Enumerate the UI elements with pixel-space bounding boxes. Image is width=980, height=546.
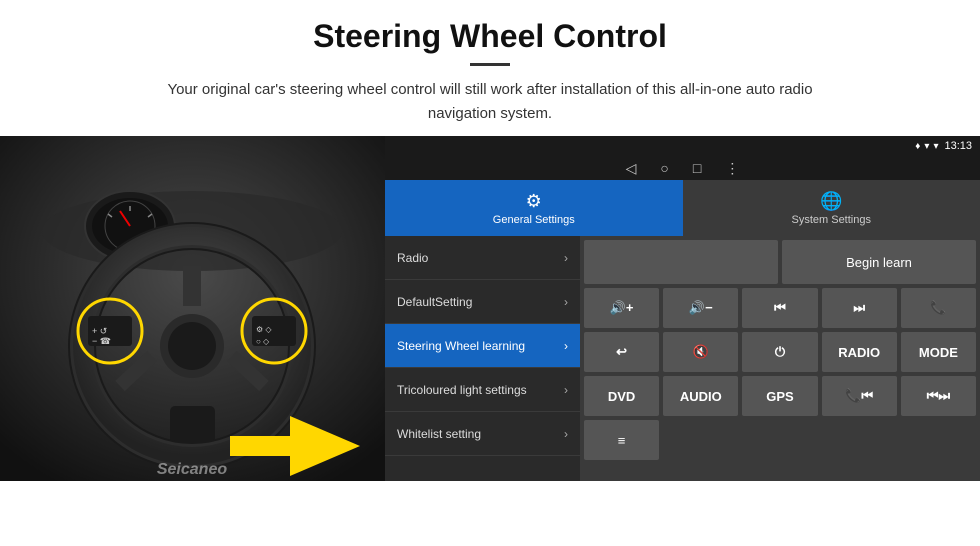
page-subtitle: Your original car's steering wheel contr… (140, 78, 840, 126)
tricoloured-chevron: › (564, 383, 568, 397)
empty-display-box (584, 240, 778, 284)
gps-label: GPS (766, 389, 793, 404)
left-menu: Radio › DefaultSetting › Steering Wheel … (385, 236, 580, 481)
vol-up-btn[interactable]: 🔊+ (584, 288, 659, 328)
dvd-btn[interactable]: DVD (584, 376, 659, 416)
status-time: 13:13 (944, 140, 972, 152)
phone-btn[interactable]: 📞 (901, 288, 976, 328)
recent-nav-btn[interactable]: □ (693, 160, 701, 176)
tab-bar: ⚙ General Settings 🌐 System Settings (385, 180, 980, 236)
power-icon: ⏻ (775, 344, 785, 360)
audio-btn[interactable]: AUDIO (663, 376, 738, 416)
back-btn[interactable]: ↩ (584, 332, 659, 372)
menu-item-radio[interactable]: Radio › (385, 236, 580, 280)
mute-icon: 🔇 (693, 344, 709, 360)
wifi-icon: ▾ (924, 141, 929, 152)
steering-chevron: › (564, 339, 568, 353)
menu-item-tricoloured[interactable]: Tricoloured light settings › (385, 368, 580, 412)
page-title: Steering Wheel Control (40, 18, 940, 55)
title-divider (470, 63, 510, 66)
tab-system-label: System Settings (792, 214, 871, 226)
menu-item-default-label: DefaultSetting (397, 295, 472, 309)
location-icon: ♦ (915, 141, 920, 152)
tab-general-label: General Settings (493, 214, 575, 226)
svg-text:− ☎: − ☎ (92, 336, 111, 346)
tab-system-settings[interactable]: 🌐 System Settings (683, 180, 980, 236)
right-controls: Begin learn 🔊+ 🔊− ⏮ ⏭ (580, 236, 980, 481)
general-settings-icon: ⚙ (526, 191, 542, 212)
menu-item-tricoloured-label: Tricoloured light settings (397, 383, 527, 397)
begin-learn-button[interactable]: Begin learn (782, 240, 976, 284)
status-icons: ♦ ▾ ▾ (915, 141, 938, 152)
radio-label: RADIO (838, 345, 880, 360)
prev-icon: ⏮ (774, 300, 786, 316)
next-icon: ⏭ (853, 300, 865, 316)
status-bar: ♦ ▾ ▾ 13:13 (385, 136, 980, 156)
android-ui: ♦ ▾ ▾ 13:13 ◁ ○ □ ⋮ ⚙ General Settings 🌐… (385, 136, 980, 481)
tab-general-settings[interactable]: ⚙ General Settings (385, 180, 683, 236)
control-row-1: 🔊+ 🔊− ⏮ ⏭ 📞 (584, 288, 976, 328)
svg-text:Seicaneo: Seicaneo (157, 461, 227, 478)
menu-controls: Radio › DefaultSetting › Steering Wheel … (385, 236, 980, 481)
next-btn[interactable]: ⏭ (822, 288, 897, 328)
page-header: Steering Wheel Control Your original car… (0, 0, 980, 136)
phone-prev-btn[interactable]: 📞⏮ (822, 376, 897, 416)
whitelist-chevron: › (564, 427, 568, 441)
menu-item-defaultsetting[interactable]: DefaultSetting › (385, 280, 580, 324)
menu-item-whitelist-label: Whitelist setting (397, 427, 481, 441)
control-row-4: ≡ (584, 420, 976, 460)
top-row: Begin learn (584, 240, 976, 284)
svg-text:○ ◇: ○ ◇ (256, 337, 270, 346)
menu-item-steering-label: Steering Wheel learning (397, 339, 525, 353)
menu-item-steering[interactable]: Steering Wheel learning › (385, 324, 580, 368)
menu-item-whitelist[interactable]: Whitelist setting › (385, 412, 580, 456)
prev-next-icon: ⏮⏭ (927, 388, 950, 404)
prev-btn[interactable]: ⏮ (742, 288, 817, 328)
car-image-area: + ↺ − ☎ ⚙ ◇ ○ ◇ Seicaneo (0, 136, 385, 481)
signal-icon: ▾ (933, 141, 938, 152)
mute-btn[interactable]: 🔇 (663, 332, 738, 372)
dvd-label: DVD (608, 389, 635, 404)
vol-up-icon: 🔊+ (610, 300, 634, 316)
gps-btn[interactable]: GPS (742, 376, 817, 416)
prev-next-btn[interactable]: ⏮⏭ (901, 376, 976, 416)
menu-item-radio-label: Radio (397, 251, 428, 265)
content-area: + ↺ − ☎ ⚙ ◇ ○ ◇ Seicaneo ♦ ▾ ▾ 13:13 (0, 136, 980, 481)
back-nav-btn[interactable]: ◁ (626, 160, 637, 177)
svg-text:⚙ ◇: ⚙ ◇ (256, 325, 272, 334)
menu-nav-btn[interactable]: ⋮ (725, 160, 739, 177)
menu-icon: ≡ (618, 433, 626, 448)
power-btn[interactable]: ⏻ (742, 332, 817, 372)
mode-label: MODE (919, 345, 958, 360)
nav-bar: ◁ ○ □ ⋮ (385, 156, 980, 180)
radio-ctrl-btn[interactable]: RADIO (822, 332, 897, 372)
radio-chevron: › (564, 251, 568, 265)
vol-down-btn[interactable]: 🔊− (663, 288, 738, 328)
home-nav-btn[interactable]: ○ (660, 160, 668, 176)
control-row-3: DVD AUDIO GPS 📞⏮ ⏮⏭ (584, 376, 976, 416)
audio-label: AUDIO (680, 389, 722, 404)
system-settings-icon: 🌐 (820, 191, 842, 212)
vol-down-icon: 🔊− (689, 300, 713, 316)
mode-btn[interactable]: MODE (901, 332, 976, 372)
default-chevron: › (564, 295, 568, 309)
phone-prev-icon: 📞⏮ (845, 388, 873, 404)
svg-text:+ ↺: + ↺ (92, 326, 107, 336)
control-row-2: ↩ 🔇 ⏻ RADIO MODE (584, 332, 976, 372)
phone-icon: 📞 (930, 300, 946, 316)
menu-icon-btn[interactable]: ≡ (584, 420, 659, 460)
back-icon: ↩ (616, 344, 627, 360)
